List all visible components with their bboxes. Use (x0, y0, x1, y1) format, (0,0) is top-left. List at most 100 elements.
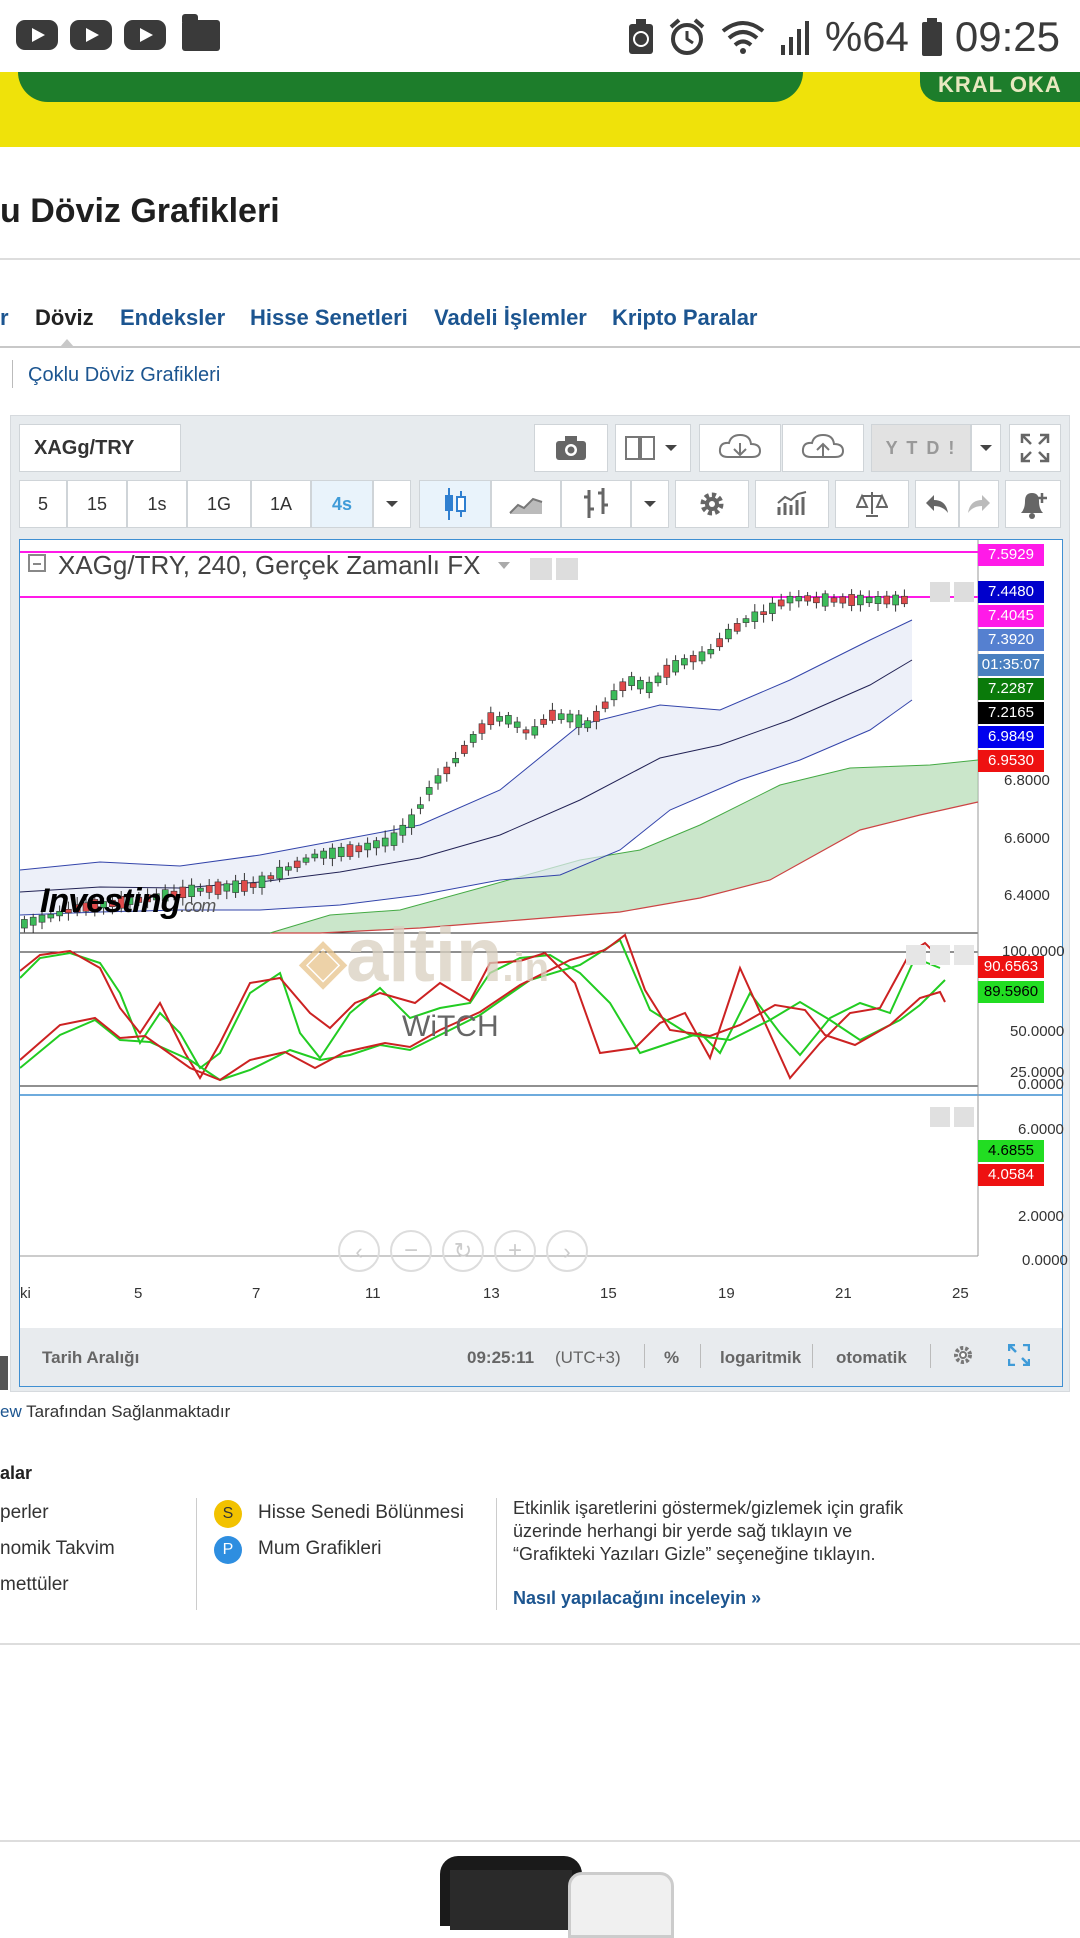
tab-vadeli-islemler[interactable]: Vadeli İşlemler (434, 305, 587, 331)
alert-button[interactable] (1005, 480, 1061, 528)
separator (196, 1498, 197, 1610)
chart-type-dropdown[interactable] (631, 480, 669, 528)
multi-currency-charts-link[interactable]: Çoklu Döviz Grafikleri (28, 364, 220, 387)
redo-button[interactable] (959, 480, 999, 528)
move-down-icon[interactable] (930, 945, 950, 965)
scroll-left-button[interactable]: ‹ (338, 1230, 380, 1272)
area-chart-button[interactable] (491, 480, 561, 528)
time-axis-label: 15 (600, 1285, 617, 1302)
candle (21, 919, 28, 929)
candle (848, 594, 855, 606)
tab-partial[interactable]: r (0, 305, 9, 331)
legend-item: perler (0, 1502, 49, 1523)
tab-doviz[interactable]: Döviz (35, 305, 94, 331)
candle (857, 594, 864, 606)
candle (892, 594, 899, 606)
undo-icon (926, 495, 948, 513)
cloud-upload-icon (801, 433, 845, 458)
split-badge-icon: S (214, 1500, 242, 1528)
timezone[interactable]: (UTC+3) (555, 1348, 621, 1368)
interval-5[interactable]: 5 (19, 480, 67, 528)
candle (364, 842, 371, 851)
date-range-button[interactable]: Tarih Aralığı (42, 1348, 139, 1368)
compare-button[interactable] (835, 480, 909, 528)
bars-button[interactable] (561, 480, 631, 528)
candle (751, 611, 759, 622)
candle (346, 844, 354, 857)
settings-button[interactable] (675, 480, 749, 528)
candle (29, 916, 37, 926)
active-tab-indicator (60, 339, 74, 347)
interval-1g[interactable]: 1G (187, 480, 251, 528)
move-up-icon[interactable] (906, 945, 926, 965)
candle (549, 709, 556, 721)
maximize-icon[interactable] (954, 1107, 974, 1127)
move-up-icon[interactable] (930, 1107, 950, 1127)
separator (700, 1344, 701, 1368)
gear-icon[interactable] (556, 558, 578, 580)
candle (777, 599, 785, 607)
area-chart-icon (509, 497, 543, 514)
chart-area[interactable]: Investing.com ◈altin.in WiTCH XAGg/TRY, … (19, 539, 1068, 1387)
candle (478, 723, 486, 734)
candle (293, 860, 301, 868)
indicators-button[interactable] (755, 480, 829, 528)
layout-button[interactable] (615, 424, 691, 472)
gear-icon (700, 492, 724, 516)
how-to-link[interactable]: Nasıl yapılacağını inceleyin » (513, 1588, 761, 1609)
interval-4s[interactable]: 4s (311, 480, 373, 528)
separator (12, 360, 13, 388)
percent-toggle[interactable]: % (664, 1348, 679, 1368)
candle (311, 853, 319, 859)
tab-endeksler[interactable]: Endeksler (120, 305, 225, 331)
interval-15[interactable]: 15 (67, 480, 127, 528)
legend-item: Mum Grafikleri (258, 1538, 382, 1559)
candle (742, 618, 750, 623)
scroll-handle[interactable] (0, 1356, 8, 1390)
price-tag: 7.2165 (978, 702, 1044, 724)
macd-axis-label: 0.0000 (1022, 1252, 1068, 1269)
tab-kripto-paralar[interactable]: Kripto Paralar (612, 305, 758, 331)
candle (390, 832, 398, 846)
interval-1a[interactable]: 1A (251, 480, 311, 528)
zoom-out-button[interactable]: − (390, 1230, 432, 1272)
undo-button[interactable] (915, 480, 959, 528)
ohlc-bars-icon (584, 488, 608, 518)
move-down-icon[interactable] (930, 582, 950, 602)
youtube-icon (70, 20, 112, 50)
scroll-right-button[interactable]: › (546, 1230, 588, 1272)
gear-icon[interactable] (952, 1344, 974, 1371)
save-chart-button[interactable] (782, 424, 864, 472)
fullscreen-button[interactable] (1009, 424, 1061, 472)
candles-button[interactable] (419, 480, 491, 528)
maximize-icon[interactable] (954, 945, 974, 965)
interval-1s[interactable]: 1s (127, 480, 187, 528)
zoom-in-button[interactable]: + (494, 1230, 536, 1272)
load-chart-button[interactable] (699, 424, 781, 472)
time-axis-label: 5 (134, 1285, 143, 1302)
altin-watermark: ◈altin.in (300, 913, 550, 998)
camera-button[interactable] (534, 424, 608, 472)
log-toggle[interactable]: logaritmik (720, 1348, 801, 1368)
candle (249, 882, 257, 888)
battery-icon (921, 18, 942, 56)
eye-icon[interactable] (530, 558, 552, 580)
fullscreen-icon[interactable] (1007, 1343, 1031, 1371)
candle (566, 713, 574, 723)
candle (813, 596, 820, 604)
ytd-dropdown[interactable] (971, 424, 1001, 472)
ytd-button[interactable]: Y T D ! (871, 424, 971, 472)
tradingview-link[interactable]: ew (0, 1402, 22, 1421)
tab-hisse-senetleri[interactable]: Hisse Senetleri (250, 305, 408, 331)
reset-button[interactable]: ↻ (442, 1230, 484, 1272)
candlestick-icon (445, 488, 466, 520)
candle (381, 837, 389, 847)
ad-banner[interactable]: KRAL OKA (0, 72, 1080, 147)
maximize-icon[interactable] (954, 582, 974, 602)
candle (223, 883, 231, 892)
collapse-button[interactable] (28, 554, 46, 572)
symbol-input[interactable]: XAGg/TRY (19, 424, 181, 472)
interval-dropdown[interactable] (373, 480, 411, 528)
chevron-down-icon[interactable] (498, 562, 510, 569)
auto-toggle[interactable]: otomatik (836, 1348, 907, 1368)
